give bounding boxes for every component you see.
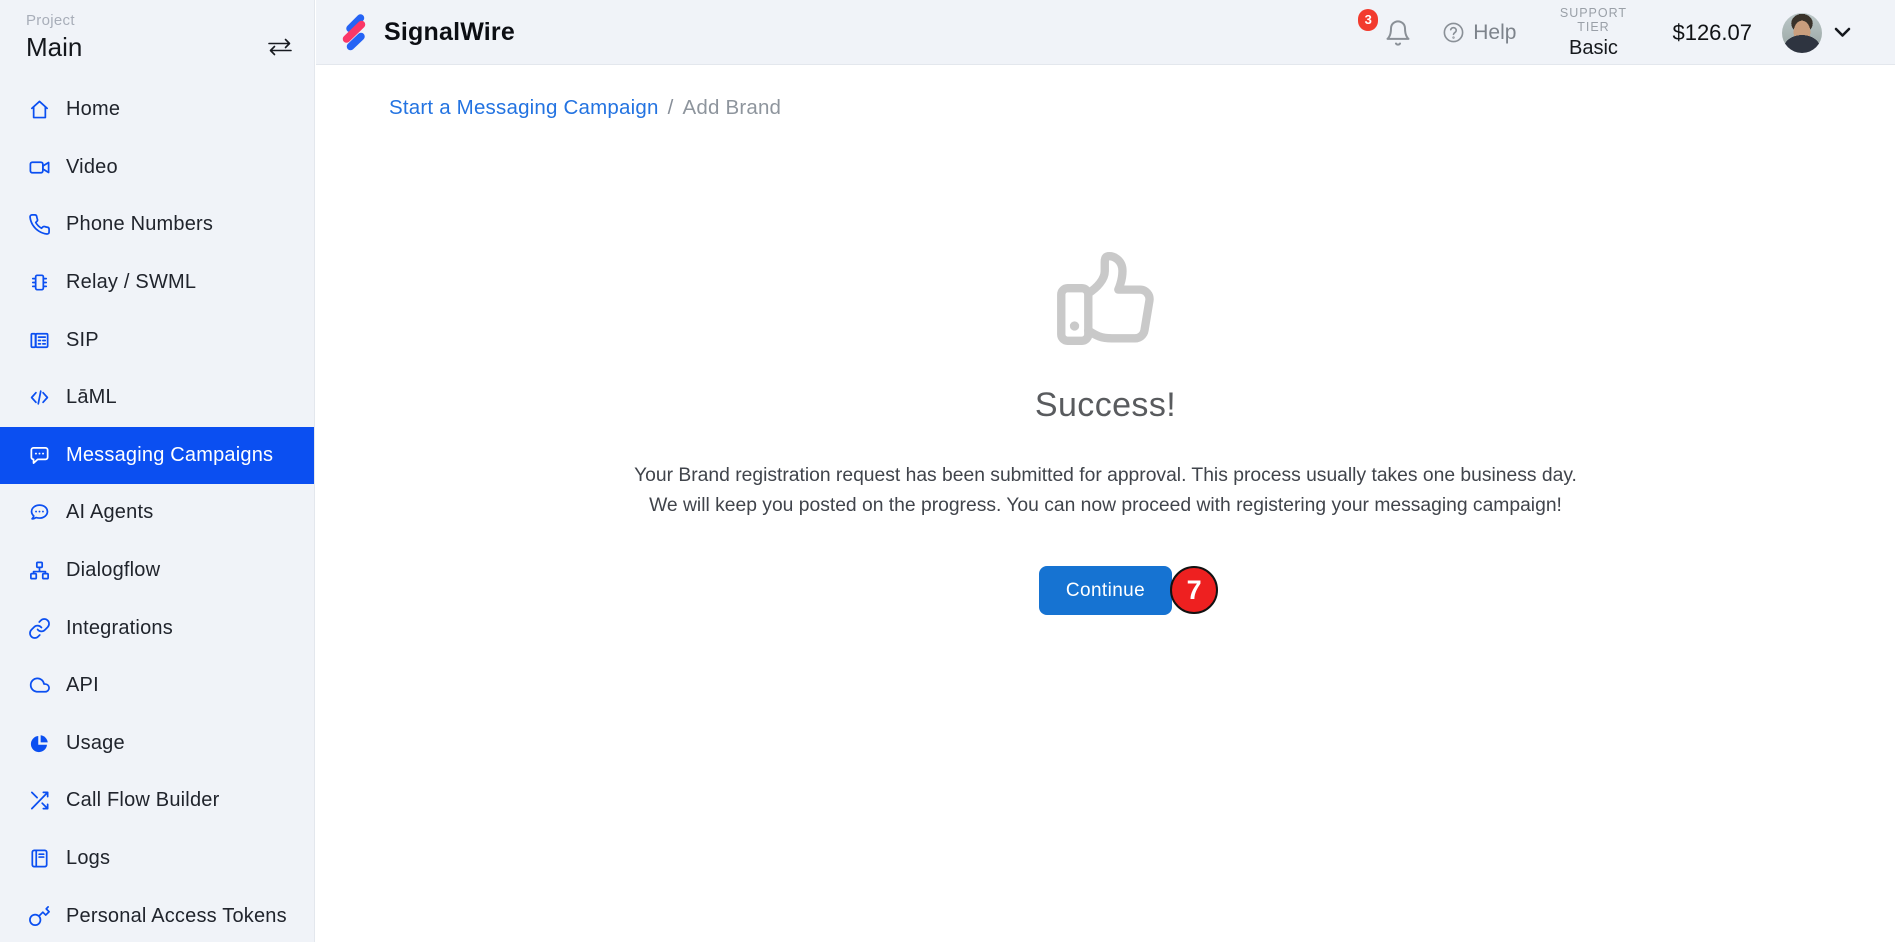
topbar-right-cluster: 3 Help SUPPORT TIER Basic $126.07 <box>1384 0 1851 65</box>
sidebar-item-laml[interactable]: LāML <box>0 369 314 427</box>
sidebar-item-integrations[interactable]: Integrations <box>0 599 314 657</box>
account-balance: $126.07 <box>1672 20 1752 46</box>
help-circle-icon <box>1442 21 1465 44</box>
sidebar-item-ai-agents[interactable]: AI Agents <box>0 484 314 542</box>
sidebar-item-label: Dialogflow <box>66 559 160 582</box>
sidebar-item-label: AI Agents <box>66 501 153 524</box>
signalwire-logo-icon <box>335 11 375 53</box>
annotation-marker-7: 7 <box>1170 566 1218 614</box>
sidebar-item-home[interactable]: Home <box>0 81 314 139</box>
chip-icon <box>28 271 51 294</box>
sidebar-item-sip[interactable]: SIP <box>0 311 314 369</box>
sidebar-item-call-flow-builder[interactable]: Call Flow Builder <box>0 772 314 830</box>
help-label: Help <box>1473 21 1516 45</box>
sidebar-item-usage[interactable]: Usage <box>0 715 314 773</box>
sidebar-item-label: Home <box>66 98 120 121</box>
chat-bubble-dots-icon <box>28 444 51 467</box>
home-icon <box>28 98 51 121</box>
key-icon <box>28 905 51 928</box>
video-camera-icon <box>28 156 51 179</box>
chain-link-icon <box>28 617 51 640</box>
sidebar-item-dialogflow[interactable]: Dialogflow <box>0 542 314 600</box>
code-brackets-icon <box>28 386 51 409</box>
sidebar: Project Main Home Video Phone Numbers <box>0 0 315 942</box>
project-switcher: Project Main <box>0 0 314 63</box>
shuffle-arrows-icon <box>28 789 51 812</box>
switch-project-icon[interactable] <box>266 38 294 56</box>
sidebar-item-label: Call Flow Builder <box>66 789 219 812</box>
project-label: Project <box>26 12 314 29</box>
cloud-icon <box>28 674 51 697</box>
sidebar-item-label: Integrations <box>66 617 173 640</box>
topbar: SignalWire 3 Help SUPPORT TIER Basic $12… <box>316 0 1895 65</box>
sidebar-item-messaging-campaigns[interactable]: Messaging Campaigns <box>0 427 314 485</box>
sidebar-item-label: Messaging Campaigns <box>66 444 273 467</box>
sidebar-item-label: Phone Numbers <box>66 213 213 236</box>
notification-badge: 3 <box>1358 9 1378 31</box>
chevron-down-icon[interactable] <box>1834 27 1851 38</box>
support-tier: SUPPORT TIER Basic <box>1544 6 1642 60</box>
sidebar-item-api[interactable]: API <box>0 657 314 715</box>
thumbs-up-icon <box>1047 238 1165 356</box>
sitemap-icon <box>28 559 51 582</box>
support-tier-value: Basic <box>1544 37 1642 60</box>
sidebar-item-relay-swml[interactable]: Relay / SWML <box>0 254 314 312</box>
main-content: Start a Messaging Campaign/Add Brand Suc… <box>316 66 1895 942</box>
notifications-button[interactable]: 3 <box>1384 19 1412 47</box>
sidebar-item-logs[interactable]: Logs <box>0 830 314 888</box>
continue-button-row: Continue 7 <box>1039 566 1172 615</box>
sidebar-item-personal-access-tokens[interactable]: Personal Access Tokens <box>0 887 314 945</box>
desk-phone-icon <box>28 329 51 352</box>
user-avatar[interactable] <box>1782 13 1822 53</box>
sidebar-item-label: Logs <box>66 847 110 870</box>
pie-chart-icon <box>28 732 51 755</box>
sidebar-item-label: Personal Access Tokens <box>66 905 287 928</box>
sidebar-item-phone-numbers[interactable]: Phone Numbers <box>0 196 314 254</box>
sidebar-item-label: Video <box>66 156 118 179</box>
success-panel: Success! Your Brand registration request… <box>316 66 1895 615</box>
sidebar-item-label: LāML <box>66 386 117 409</box>
sidebar-item-label: API <box>66 674 99 697</box>
sidebar-item-label: SIP <box>66 329 99 352</box>
phone-handset-icon <box>28 213 51 236</box>
sidebar-item-label: Relay / SWML <box>66 271 196 294</box>
sidebar-item-video[interactable]: Video <box>0 139 314 197</box>
help-button[interactable]: Help <box>1442 21 1516 45</box>
page-title: Success! <box>316 386 1895 425</box>
sidebar-nav: Home Video Phone Numbers Relay / SWML SI… <box>0 81 314 945</box>
continue-button[interactable]: Continue <box>1039 566 1172 615</box>
support-tier-label: SUPPORT TIER <box>1544 6 1642 34</box>
bell-icon <box>1384 19 1412 47</box>
success-message: Your Brand registration request has been… <box>630 461 1582 520</box>
sidebar-item-label: Usage <box>66 732 125 755</box>
brand-title[interactable]: SignalWire <box>384 18 515 47</box>
speech-bubble-dots-icon <box>28 501 51 524</box>
book-icon <box>28 847 51 870</box>
